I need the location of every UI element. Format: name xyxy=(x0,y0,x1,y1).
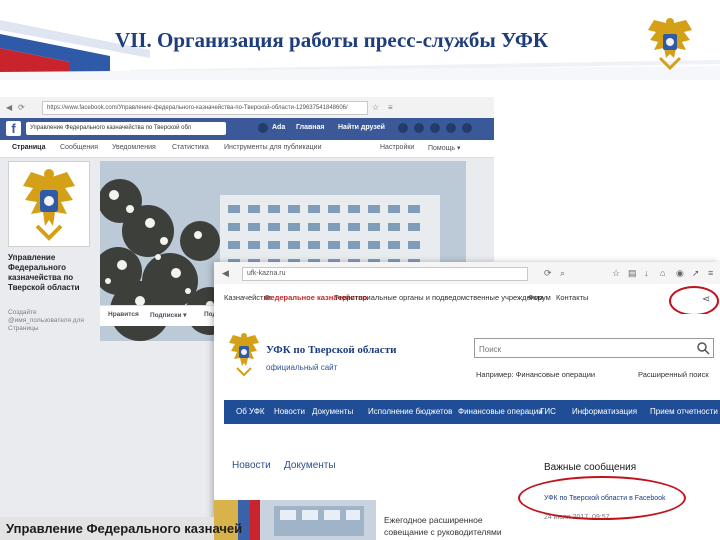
friend-requests-icon[interactable] xyxy=(398,123,408,133)
search-field-icon[interactable]: ⌕ xyxy=(560,268,565,278)
topnav-contacts[interactable]: Контакты xyxy=(556,293,588,302)
menu-documents[interactable]: Документы xyxy=(312,407,353,416)
tab-page[interactable]: Страница xyxy=(12,144,45,151)
bookmarks-icon[interactable]: ▤ xyxy=(628,268,637,278)
menu-informatization[interactable]: Информатизация xyxy=(572,407,637,416)
slide-title: VII. Организация работы пресс-службы УФК xyxy=(115,28,549,52)
back-icon[interactable]: ◀ xyxy=(222,268,229,278)
menu-icon[interactable]: ≡ xyxy=(708,268,713,278)
menu-reporting[interactable]: Прием отчетности xyxy=(650,407,718,416)
tab-news[interactable]: Новости xyxy=(232,460,271,471)
find-friends-link[interactable]: Найти друзей xyxy=(338,124,385,131)
advanced-search-link[interactable]: Расширенный поиск xyxy=(638,370,709,379)
send-icon[interactable]: ➚ xyxy=(692,268,700,278)
important-messages-heading: Важные сообщения xyxy=(544,462,637,473)
menu-icon[interactable]: ≡ xyxy=(388,103,393,112)
notifications-icon[interactable] xyxy=(430,123,440,133)
site-header: УФК по Тверской области официальный сайт… xyxy=(214,314,720,398)
page-admin-tabs: Страница Сообщения Уведомления Статистик… xyxy=(0,140,494,158)
menu-financial-operations[interactable]: Финансовые операции xyxy=(458,407,543,416)
reload-icon[interactable]: ⟳ xyxy=(18,103,25,112)
star-icon[interactable]: ☆ xyxy=(372,103,379,112)
messages-icon[interactable] xyxy=(414,123,424,133)
tab-notifications[interactable]: Уведомления xyxy=(112,144,156,151)
help-icon[interactable] xyxy=(446,123,456,133)
site-subtitle: официальный сайт xyxy=(266,363,338,372)
topnav-forum[interactable]: Форум xyxy=(528,293,551,302)
address-bar[interactable]: ufk-kazna.ru xyxy=(242,267,528,281)
page-sidebar: Управление Федерального казначейства по … xyxy=(4,161,94,401)
facebook-blue-bar: f Управление Федерального казначейства п… xyxy=(0,118,494,140)
address-bar[interactable]: https://www.facebook.com/Управление-феде… xyxy=(42,101,368,115)
menu-gis[interactable]: ГИС xyxy=(540,407,556,416)
tab-help[interactable]: Помощь ▾ xyxy=(428,144,461,152)
ufk-website-screenshot: ◀ ufk-kazna.ru ⟳ ⌕ ☆ ▤ ↓ ⌂ ◉ ➚ ≡ Казначе… xyxy=(214,262,720,540)
slide-header: VII. Организация работы пресс-службы УФК xyxy=(0,0,720,80)
account-menu-icon[interactable] xyxy=(462,123,472,133)
footer-text: Управление Федерального казначей xyxy=(6,521,243,536)
site-search-box xyxy=(474,338,714,358)
search-example: Например: Финансовые операции xyxy=(476,370,596,379)
site-top-nav: Казначейство Федеральное казначейство Те… xyxy=(214,284,720,315)
browser-toolbar: ◀ ufk-kazna.ru ⟳ ⌕ ☆ ▤ ↓ ⌂ ◉ ➚ ≡ xyxy=(214,262,720,285)
page-name: Управление Федерального казначейства по … xyxy=(8,253,80,292)
search-icon[interactable] xyxy=(695,340,711,356)
news-item-title[interactable]: Ежегодное расширенное совещание с руково… xyxy=(384,514,510,538)
facebook-search-input[interactable]: Управление Федерального казначейства по … xyxy=(26,122,226,135)
share-highlight-circle xyxy=(669,286,719,316)
home-link[interactable]: Главная xyxy=(296,124,324,131)
reload-icon[interactable]: ⟳ xyxy=(544,268,552,278)
browser-toolbar: ◀ ⟳ https://www.facebook.com/Управление-… xyxy=(0,97,494,119)
home-icon[interactable]: ⌂ xyxy=(660,268,665,278)
tab-documents[interactable]: Документы xyxy=(284,460,336,471)
eagle-emblem-icon xyxy=(644,14,696,72)
back-icon[interactable]: ◀ xyxy=(6,103,12,112)
like-button[interactable]: Нравится xyxy=(108,311,139,318)
tab-statistics[interactable]: Статистика xyxy=(172,144,209,151)
follow-button[interactable]: Подписки ▾ xyxy=(150,311,187,319)
site-name: УФК по Тверской области xyxy=(266,344,397,356)
create-username-link[interactable]: Создайте @имя_пользователя для Страницы xyxy=(8,309,100,333)
search-input[interactable] xyxy=(475,341,679,358)
page-avatar[interactable] xyxy=(8,161,90,247)
slide-footer: Управление Федерального казначей xyxy=(0,517,242,540)
profile-link[interactable]: Ada xyxy=(272,124,285,131)
topnav-territorial[interactable]: Территориальные органы и подведомственны… xyxy=(334,293,543,302)
star-icon[interactable]: ☆ xyxy=(612,268,620,278)
eagle-emblem-icon xyxy=(23,169,75,241)
facebook-logo-icon[interactable]: f xyxy=(6,121,21,136)
menu-news[interactable]: Новости xyxy=(274,407,305,416)
menu-budget-execution[interactable]: Исполнение бюджетов xyxy=(368,407,452,416)
download-icon[interactable]: ↓ xyxy=(644,268,649,278)
menu-about[interactable]: Об УФК xyxy=(236,407,265,416)
user-avatar-icon[interactable] xyxy=(258,123,268,133)
tab-settings[interactable]: Настройки xyxy=(380,144,414,151)
site-main-menu: Об УФК Новости Документы Исполнение бюдж… xyxy=(224,400,720,424)
eagle-emblem-icon xyxy=(226,330,262,378)
extension-icon[interactable]: ◉ xyxy=(676,268,684,278)
tab-publishing-tools[interactable]: Инструменты для публикации xyxy=(224,144,322,151)
tab-messages[interactable]: Сообщения xyxy=(60,144,98,151)
news-highlight-circle xyxy=(518,476,686,520)
